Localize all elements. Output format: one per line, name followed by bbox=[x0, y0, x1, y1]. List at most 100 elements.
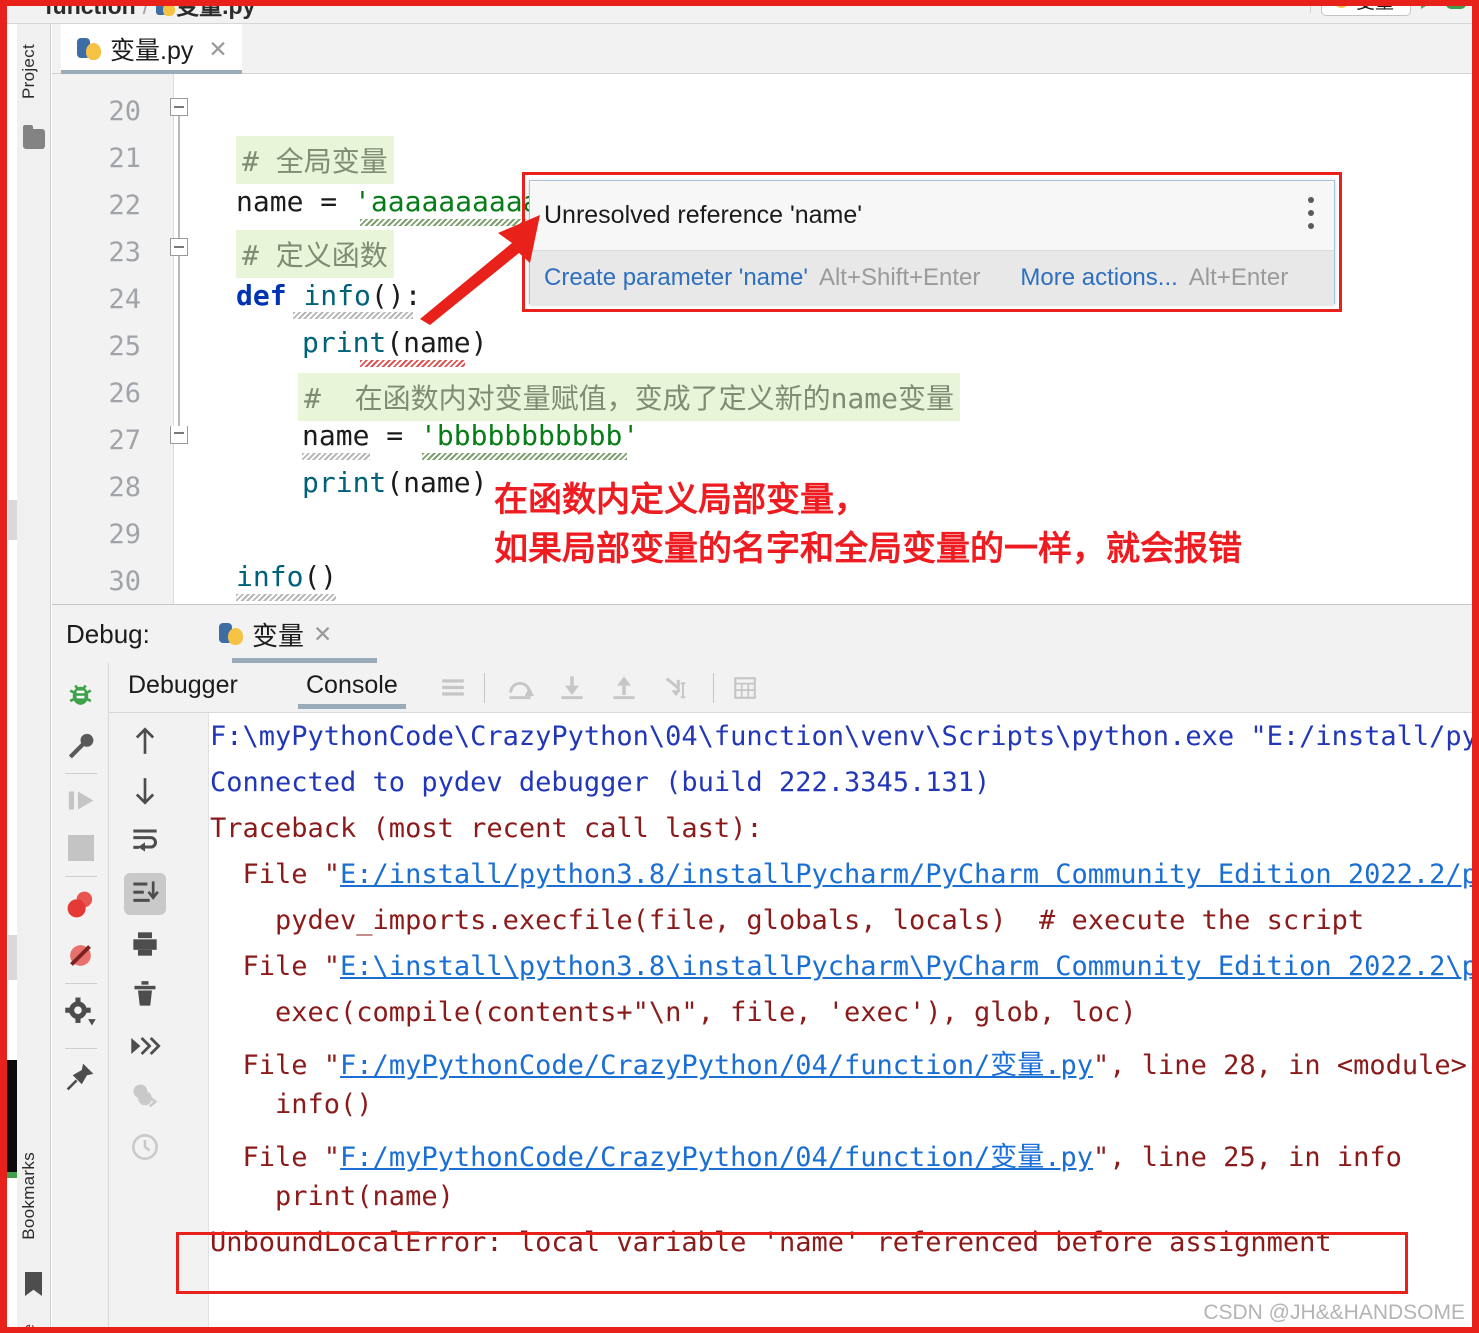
annotation-text: 在函数内定义局部变量， 如果局部变量的名字和全局变量的一样，就会报错 bbox=[494, 476, 1242, 575]
console-line: exec(compile(contents+"\n", file, 'exec'… bbox=[210, 997, 1137, 1028]
trash-icon[interactable] bbox=[131, 980, 159, 1008]
typo-squiggle bbox=[293, 312, 413, 319]
code-line-24: def info(): bbox=[236, 279, 421, 312]
code-info-call: info bbox=[236, 560, 304, 593]
typo-squiggle-2 bbox=[302, 453, 370, 460]
line-number: 24 bbox=[108, 284, 141, 315]
code-line-26-comment: # 在函数内对变量赋值，变成了定义新的name变量 bbox=[298, 373, 961, 421]
view-breakpoints-icon[interactable] bbox=[65, 889, 96, 920]
console-file-prefix: File " bbox=[210, 859, 341, 890]
console-file-link[interactable]: E:/install/python3.8/installPycharm/PyCh… bbox=[340, 859, 1472, 890]
code-line-27: name = 'bbbbbbbbbbb' bbox=[302, 419, 639, 452]
sidebar-tab-project[interactable]: Project bbox=[19, 44, 39, 99]
tab-console[interactable]: Console bbox=[298, 671, 406, 709]
red-arrow-annotation bbox=[420, 215, 540, 325]
watermark: CSDN @JH&&HANDSOME bbox=[1203, 1301, 1465, 1324]
console-file-link[interactable]: F:/myPythonCode/CrazyPython/04/function/… bbox=[340, 1050, 1093, 1081]
scroll-marker-2 bbox=[8, 935, 17, 980]
close-icon[interactable]: ✕ bbox=[208, 36, 227, 63]
soft-wrap-lines-icon[interactable] bbox=[131, 826, 159, 854]
left-tool-window-bar: Project Bookmarks re bbox=[17, 24, 51, 1333]
pin-icon[interactable] bbox=[65, 1061, 96, 1092]
folder-icon[interactable] bbox=[23, 125, 45, 149]
code-assign-op: = bbox=[303, 185, 355, 218]
console-line-filelink: File "F:/myPythonCode/CrazyPython/04/fun… bbox=[210, 1043, 1467, 1082]
bookmark-icon[interactable] bbox=[25, 1272, 42, 1296]
pycharm-window: function/变量.py 变量 Project Bookmarks re 变 bbox=[0, 0, 1479, 1333]
console-line-filelink: File "E:/install/python3.8/installPychar… bbox=[210, 859, 1473, 890]
line-number: 27 bbox=[108, 425, 141, 456]
console-file-link[interactable]: F:/myPythonCode/CrazyPython/04/function/… bbox=[340, 1142, 1093, 1173]
debug-bug-icon[interactable] bbox=[65, 679, 96, 710]
sidebar-tab-bookmarks[interactable]: Bookmarks bbox=[19, 1152, 39, 1240]
code-string-literal: 'bbbbbbbbbbb' bbox=[420, 419, 640, 452]
soft-wrap-icon[interactable] bbox=[439, 675, 467, 701]
code-line-25: print(name) bbox=[302, 326, 487, 359]
more-actions-shortcut: Alt+Enter bbox=[1188, 263, 1289, 291]
line-number: 23 bbox=[108, 237, 141, 268]
print-icon[interactable] bbox=[131, 930, 159, 958]
step-over-icon[interactable] bbox=[505, 674, 535, 702]
debug-toolbar: Debugger Console bbox=[109, 663, 1472, 713]
capture-border-bottom bbox=[0, 1327, 1479, 1333]
run-to-cursor-icon[interactable] bbox=[661, 674, 691, 702]
mute-breakpoints-icon[interactable] bbox=[65, 940, 96, 971]
tab-debugger[interactable]: Debugger bbox=[128, 671, 238, 700]
scroll-marker bbox=[8, 500, 17, 540]
console-file-prefix: File " bbox=[210, 1050, 341, 1081]
terminal-strip bbox=[7, 1060, 17, 1175]
step-into-icon[interactable] bbox=[557, 674, 587, 702]
editor-tab-bianliang-py[interactable]: 变量.py ✕ bbox=[61, 24, 242, 74]
line-number: 29 bbox=[108, 519, 141, 550]
divider-3 bbox=[65, 983, 97, 984]
code-line-23-comment: # 定义函数 bbox=[236, 230, 394, 278]
python-file-icon bbox=[219, 622, 243, 646]
editor-tab-bar: 变量.py ✕ bbox=[52, 24, 1472, 74]
inspection-message: Unresolved reference 'name' bbox=[544, 201, 863, 229]
inspection-popup[interactable]: Unresolved reference 'name' Create param… bbox=[529, 180, 1335, 304]
code-line-21-comment: # 全局变量 bbox=[236, 136, 394, 184]
evaluate-expression-icon[interactable] bbox=[731, 675, 759, 701]
line-number: 20 bbox=[108, 96, 141, 127]
debug-tool-window: Debug: 变量 ✕ Debugger Console F:\myPython… bbox=[52, 604, 1473, 1328]
console-line: F:\myPythonCode\CrazyPython\04\function\… bbox=[210, 721, 1472, 752]
step-out-icon[interactable] bbox=[609, 674, 639, 702]
code-function-name: info bbox=[303, 279, 371, 312]
resume-program-icon[interactable] bbox=[65, 785, 96, 816]
fast-forward-icon[interactable] bbox=[129, 1032, 161, 1060]
close-icon[interactable]: ✕ bbox=[313, 621, 332, 648]
console-line-filelink: File "E:\install\python3.8\installPychar… bbox=[210, 951, 1473, 982]
console-line-filelink: File "F:/myPythonCode/CrazyPython/04/fun… bbox=[210, 1135, 1402, 1174]
spellcheck-squiggle-2 bbox=[422, 453, 627, 460]
console-line: pydev_imports.execfile(file, globals, lo… bbox=[210, 905, 1365, 936]
code-info-parens: () bbox=[303, 560, 338, 593]
console-file-prefix: File " bbox=[210, 1142, 341, 1173]
scroll-down-icon[interactable] bbox=[131, 775, 159, 807]
terminal-status-marker bbox=[7, 1172, 17, 1178]
divider-2 bbox=[65, 876, 97, 877]
history-clock-icon bbox=[132, 1134, 158, 1160]
settings-wrench-icon[interactable] bbox=[65, 730, 96, 761]
capture-border-left bbox=[0, 0, 7, 1333]
python-console-icon bbox=[133, 1084, 158, 1108]
create-parameter-action[interactable]: Create parameter 'name' bbox=[544, 264, 808, 292]
inspection-actions-row: Create parameter 'name' Alt+Shift+Enter … bbox=[530, 251, 1334, 304]
code-var-name: name bbox=[302, 419, 370, 452]
settings-gear-icon[interactable] bbox=[64, 996, 97, 1027]
code-print-call: print bbox=[302, 466, 387, 499]
console-file-link[interactable]: E:\install\python3.8\installPycharm\PyCh… bbox=[340, 951, 1472, 982]
debug-session-label: 变量 bbox=[252, 620, 305, 651]
scroll-up-icon[interactable] bbox=[131, 725, 159, 757]
stop-icon[interactable] bbox=[68, 835, 94, 861]
more-actions-link[interactable]: More actions... bbox=[1020, 264, 1177, 292]
python-file-icon bbox=[77, 37, 101, 61]
line-number: 30 bbox=[108, 566, 141, 597]
capture-border-top bbox=[0, 0, 1479, 6]
code-assign-op: = bbox=[369, 419, 421, 452]
debug-session-tab[interactable]: 变量 ✕ bbox=[207, 605, 378, 663]
line-number: 22 bbox=[108, 190, 141, 221]
more-vertical-icon[interactable] bbox=[1308, 197, 1314, 236]
line-number: 21 bbox=[108, 143, 141, 174]
scroll-to-end-icon[interactable] bbox=[131, 879, 159, 907]
code-var-name: name bbox=[236, 185, 304, 218]
